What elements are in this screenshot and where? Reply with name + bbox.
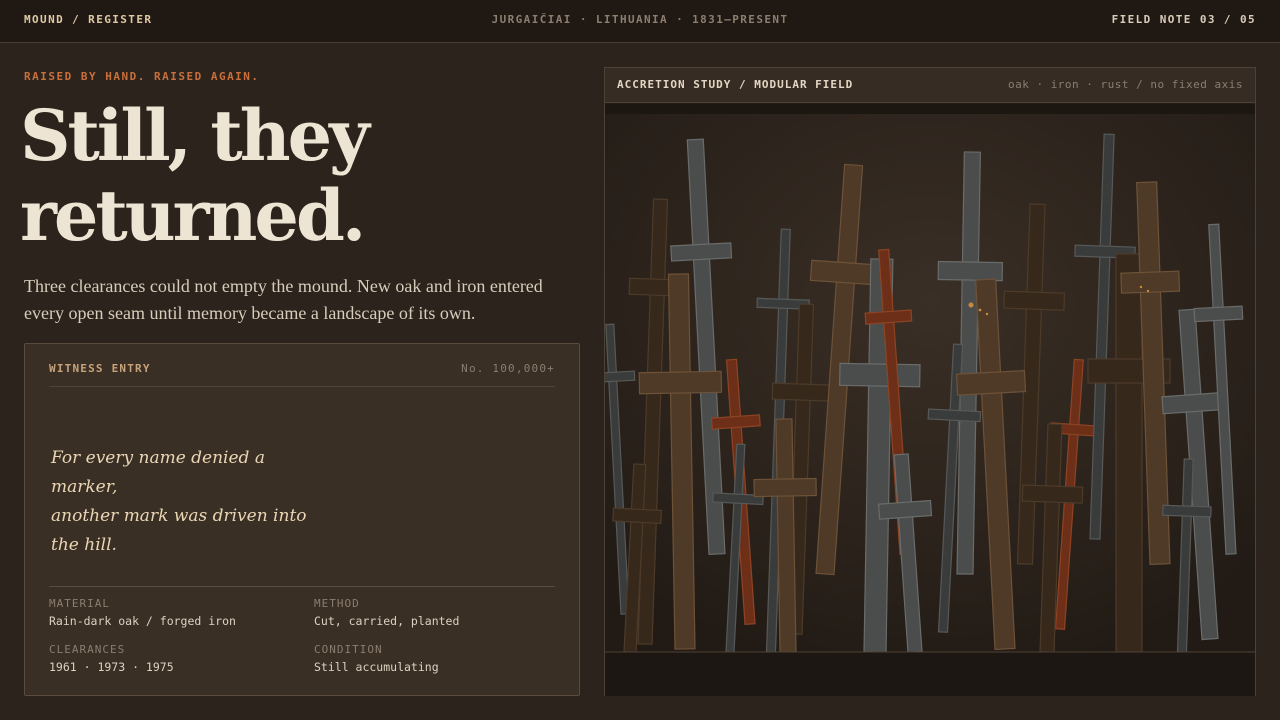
hero-headline: Still, they returned. bbox=[20, 96, 580, 256]
cross-arm bbox=[1003, 290, 1066, 311]
cross-arm bbox=[1161, 391, 1226, 415]
cross-arm bbox=[877, 499, 933, 520]
clearances-field: CLEARANCES 1961 · 1973 · 1975 bbox=[49, 643, 299, 674]
cross-field-illustration bbox=[605, 104, 1255, 696]
witness-metadata: MATERIAL Rain-dark oak / forged iron MET… bbox=[49, 586, 555, 674]
method-field: METHOD Cut, carried, planted bbox=[314, 597, 564, 628]
hero-kicker: RAISED BY HAND. RAISED AGAIN. bbox=[24, 70, 260, 83]
condition-value: Still accumulating bbox=[314, 660, 439, 674]
cross-arm bbox=[927, 408, 982, 423]
ember-dot bbox=[1139, 285, 1143, 289]
cross-arm bbox=[638, 370, 723, 395]
quote-line-3: the hill. bbox=[51, 535, 117, 555]
location-line: JURGAIČIAI · LITHUANIA · 1831—PRESENT bbox=[491, 13, 789, 26]
study-title: ACCRETION STUDY / MODULAR FIELD bbox=[617, 78, 854, 91]
accretion-study-panel: ACCRETION STUDY / MODULAR FIELD oak · ir… bbox=[604, 67, 1256, 696]
field-note-counter: FIELD NOTE 03 / 05 bbox=[1111, 13, 1256, 26]
cross-arm bbox=[670, 242, 733, 262]
material-label: MATERIAL bbox=[49, 597, 110, 610]
cross-arm bbox=[1193, 305, 1244, 323]
headline-line-1: Still, they bbox=[20, 94, 370, 177]
method-value: Cut, carried, planted bbox=[314, 614, 460, 628]
ember-dot bbox=[1146, 289, 1150, 293]
material-value: Rain-dark oak / forged iron bbox=[49, 614, 236, 628]
cross-arm bbox=[1021, 484, 1084, 504]
cross-arm bbox=[605, 370, 636, 384]
witness-quote: For every name denied a marker, another … bbox=[51, 444, 311, 560]
clearances-label: CLEARANCES bbox=[49, 643, 126, 656]
study-tags: oak · iron · rust / no fixed axis bbox=[1007, 78, 1243, 91]
cross-arm bbox=[753, 477, 817, 498]
cross-arm bbox=[612, 507, 663, 525]
cross-post bbox=[775, 418, 797, 653]
cross-arm bbox=[1120, 270, 1181, 294]
ember-dot bbox=[985, 312, 989, 316]
material-field: MATERIAL Rain-dark oak / forged iron bbox=[49, 597, 299, 628]
study-panel-header: ACCRETION STUDY / MODULAR FIELD oak · ir… bbox=[605, 68, 1255, 103]
hero-lede: Three clearances could not empty the mou… bbox=[24, 276, 543, 323]
headline-line-2: returned. bbox=[20, 174, 366, 257]
condition-field: CONDITION Still accumulating bbox=[314, 643, 564, 674]
quote-line-1: For every name denied a marker, bbox=[51, 448, 265, 497]
witness-card-header: WITNESS ENTRY No. 100,000+ bbox=[49, 360, 555, 387]
witness-entry-number: No. 100,000+ bbox=[461, 362, 555, 375]
quote-line-2: another mark was driven into bbox=[51, 506, 307, 526]
cross-arm bbox=[937, 260, 1004, 282]
cross-arm bbox=[955, 369, 1027, 396]
ember-dot bbox=[968, 302, 974, 308]
cross-arm bbox=[864, 309, 913, 325]
witness-entry-card: WITNESS ENTRY No. 100,000+ For every nam… bbox=[24, 343, 580, 696]
condition-label: CONDITION bbox=[314, 643, 383, 656]
cross-arm bbox=[1162, 504, 1212, 518]
ground-band bbox=[605, 652, 1255, 696]
cross-post bbox=[1115, 253, 1143, 653]
cross-arm bbox=[771, 382, 836, 402]
clearances-value: 1961 · 1973 · 1975 bbox=[49, 660, 174, 674]
cross-arm bbox=[839, 362, 921, 388]
witness-entry-label: WITNESS ENTRY bbox=[49, 362, 151, 375]
ember-dot bbox=[978, 308, 982, 312]
top-bar: MOUND / REGISTER JURGAIČIAI · LITHUANIA … bbox=[0, 0, 1280, 43]
method-label: METHOD bbox=[314, 597, 360, 610]
